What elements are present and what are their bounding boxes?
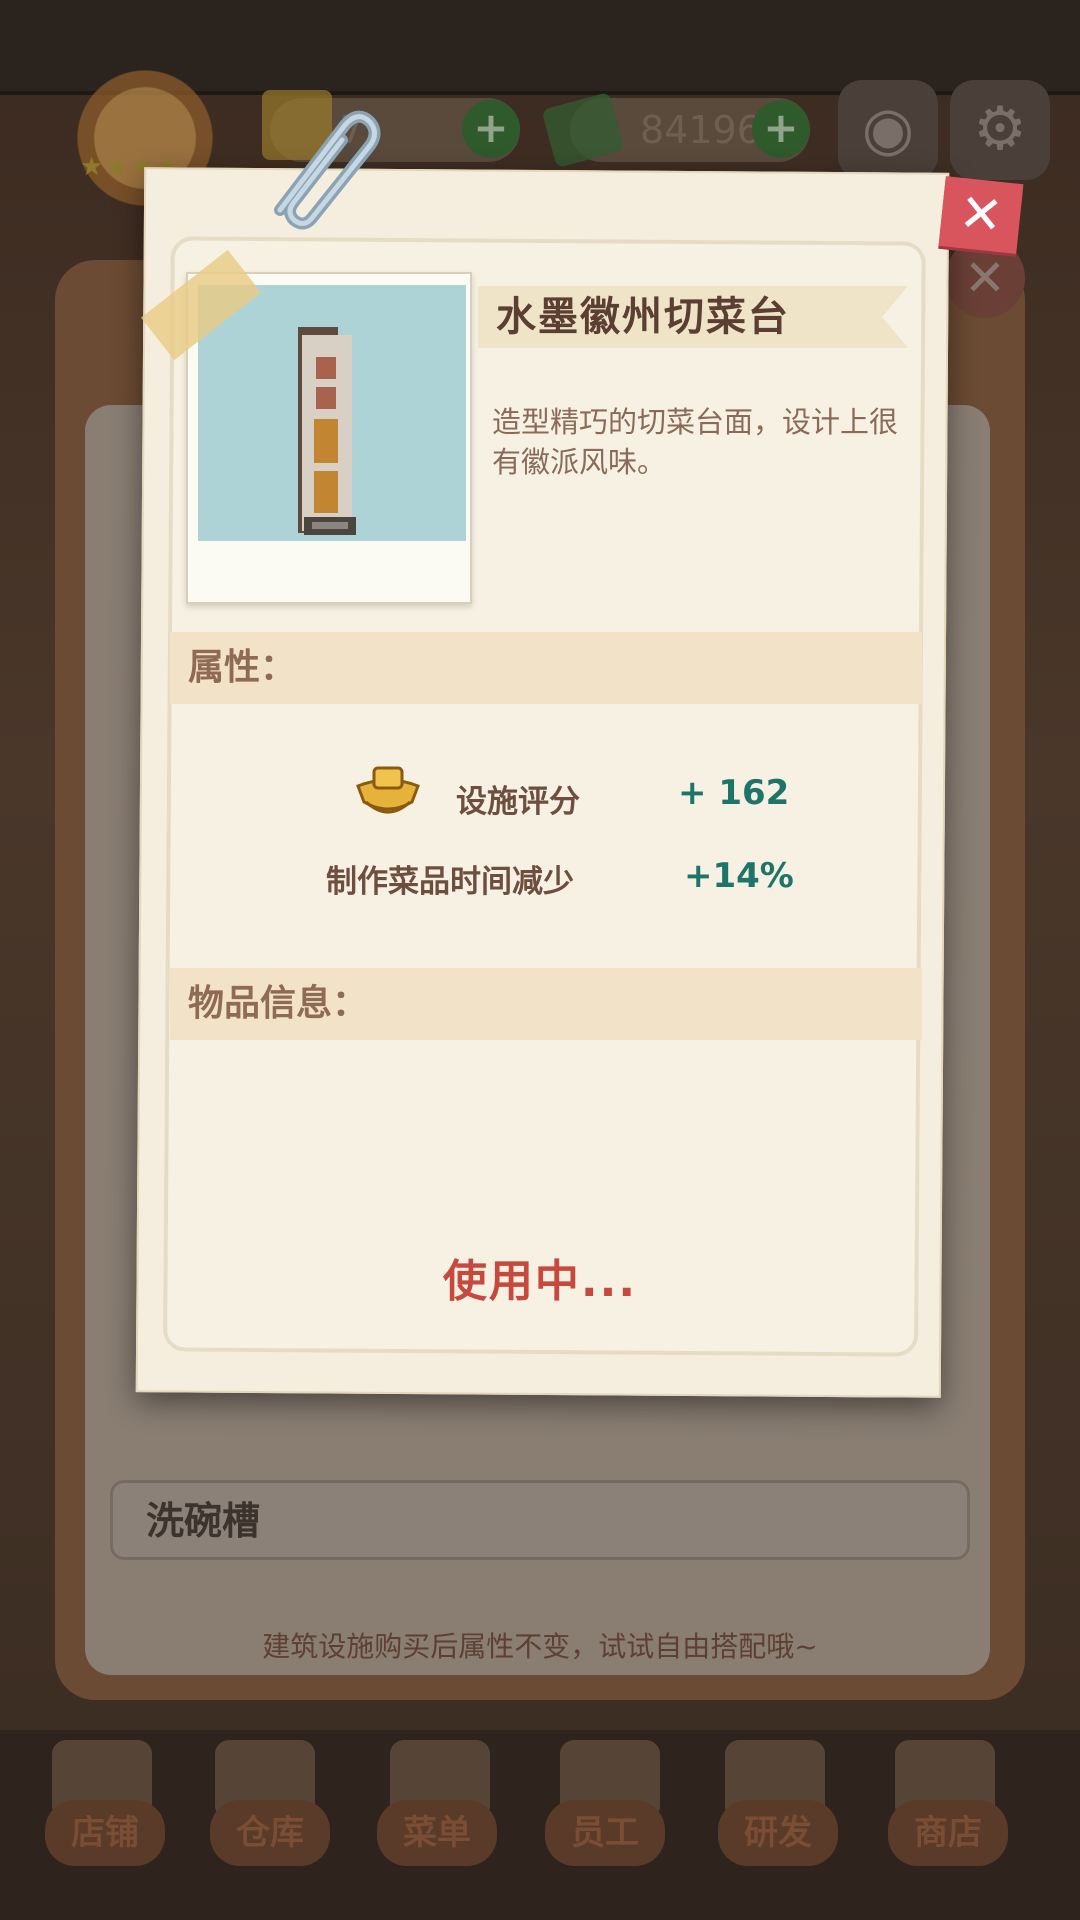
- background-hint-text: 建筑设施购买后属性不变，试试自由搭配哦~: [262, 1630, 818, 1663]
- tab-staff[interactable]: 员工: [545, 1800, 665, 1866]
- item-image: [198, 285, 466, 541]
- tab-warehouse[interactable]: 仓库: [210, 1800, 330, 1866]
- gear-icon[interactable]: ⚙: [950, 80, 1050, 180]
- in-use-status: 使用中...: [442, 1256, 638, 1307]
- item-title: 水墨徽州切菜台: [496, 294, 790, 340]
- item-description: 造型精巧的切菜台面，设计上很有徽派风味。: [492, 405, 899, 479]
- add-gold-button[interactable]: +: [462, 100, 520, 158]
- attribute-value-cook-time: +14%: [684, 856, 794, 896]
- tab-menu[interactable]: 菜单: [377, 1800, 497, 1866]
- item-info-header-label: 物品信息：: [188, 983, 369, 1024]
- background-category-label: 洗碗槽: [146, 1499, 261, 1543]
- tab-research[interactable]: 研发: [718, 1800, 838, 1866]
- close-button[interactable]: ✕: [938, 176, 1024, 254]
- tab-store[interactable]: 商店: [888, 1800, 1008, 1866]
- chopping-counter-icon: [298, 327, 356, 535]
- tab-shop[interactable]: 店铺: [45, 1800, 165, 1866]
- attribute-label-cook-time: 制作菜品时间减少: [326, 864, 574, 900]
- attribute-value-rating: + 162: [678, 773, 790, 813]
- resource-cash-value: 84196: [640, 108, 761, 152]
- item-info-header: 物品信息：: [170, 968, 922, 1040]
- attributes-header-label: 属性：: [188, 647, 297, 688]
- gold-ingot-icon: [356, 766, 420, 814]
- add-cash-button[interactable]: +: [752, 100, 810, 158]
- attribute-label-rating: 设施评分: [456, 784, 580, 820]
- camera-icon[interactable]: ◉: [838, 80, 938, 180]
- attributes-header: 属性：: [170, 632, 922, 704]
- paper-clip-icon: [274, 110, 381, 230]
- item-photo-frame: [186, 272, 472, 604]
